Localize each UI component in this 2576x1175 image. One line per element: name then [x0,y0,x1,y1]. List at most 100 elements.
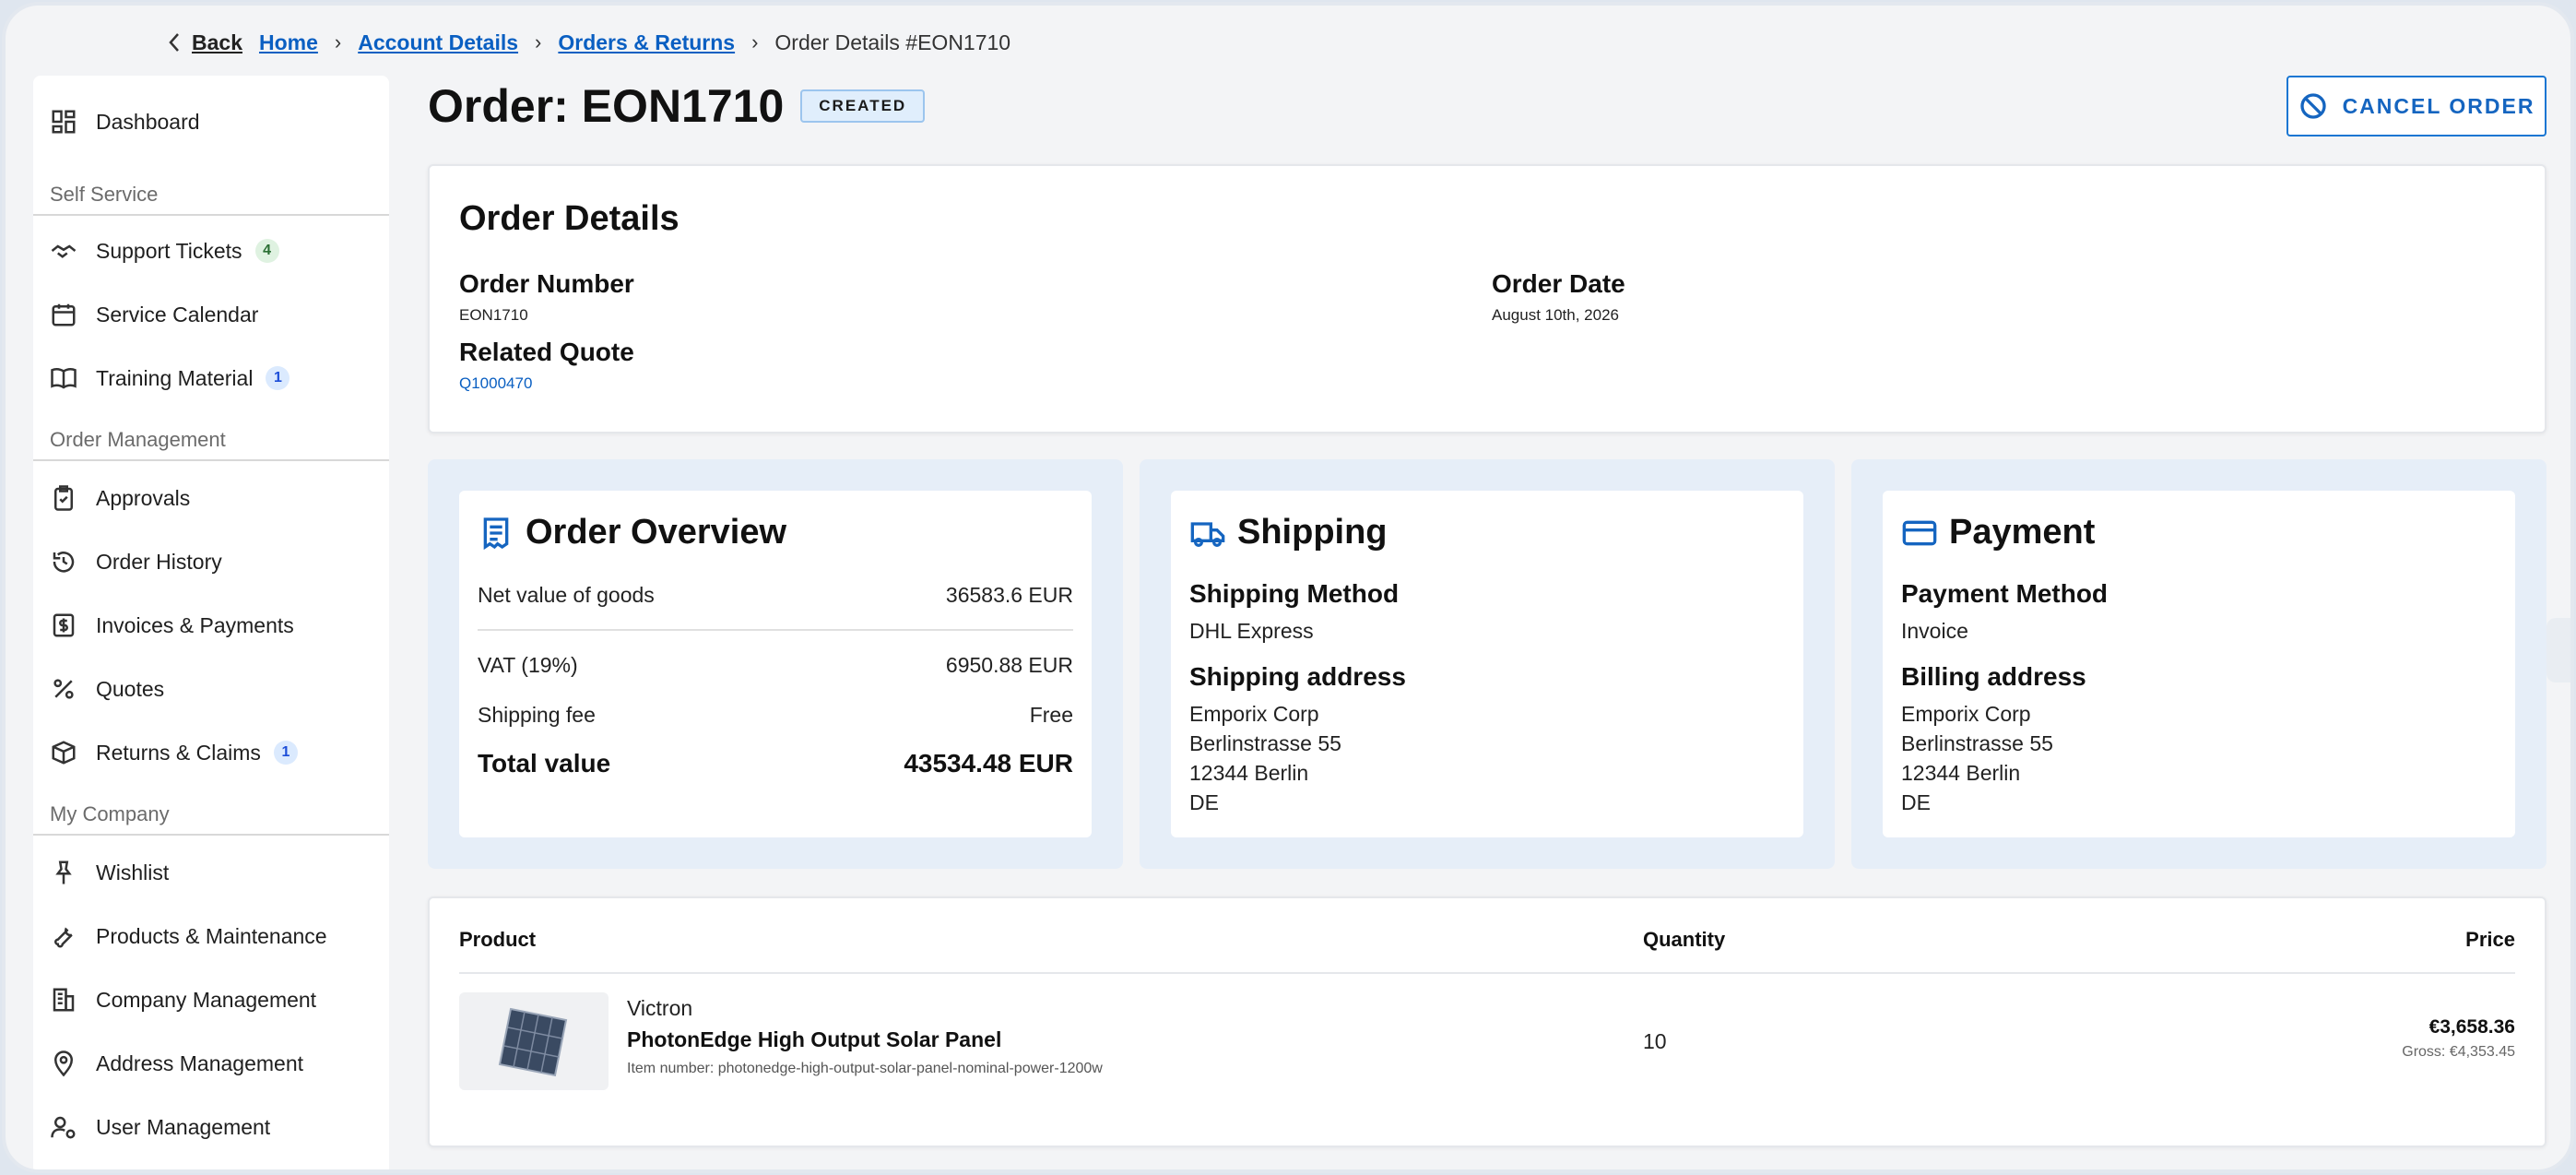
breadcrumb-home[interactable]: Home [259,30,318,55]
product-gross-price: Gross: €4,353.45 [2402,1044,2515,1060]
cancel-order-label: CANCEL ORDER [2342,93,2535,118]
sidebar-item-support-tickets[interactable]: Support Tickets 4 [33,223,389,279]
user-gear-icon [48,1111,79,1143]
sidebar-item-training-material[interactable]: Training Material 1 [33,350,389,406]
sidebar-item-label: Training Material [96,365,254,390]
shipping-card: Shipping Shipping Method DHL Express Shi… [1171,491,1803,837]
net-value-label: Net value of goods [478,583,655,607]
sidebar-item-service-calendar[interactable]: Service Calendar [33,287,389,342]
page-title-row: Order: EON1710 CREATED [428,76,926,136]
sidebar-item-label: Products & Maintenance [96,923,327,948]
shipping-method-label: Shipping Method [1189,579,1400,608]
page-title: Order: EON1710 [428,80,785,132]
net-value: 36583.6 EUR [945,583,1073,607]
sidebar-item-wishlist[interactable]: Wishlist [33,845,389,900]
percent-icon [48,673,79,705]
status-badge: CREATED [800,89,926,123]
calendar-icon [48,299,79,330]
sidebar-section-title: Self Service [33,175,389,216]
ban-icon [2299,93,2326,119]
column-header-product: Product [459,928,537,951]
receipt-icon [483,516,509,550]
shipping-fee-label: Shipping fee [478,703,596,727]
related-quote-link[interactable]: Q1000470 [459,374,532,393]
credit-card-icon [1902,520,1937,545]
sidebar-item-address-management[interactable]: Address Management [33,1036,389,1091]
breadcrumb-account-details[interactable]: Account Details [358,30,518,55]
payment-method-label: Payment Method [1901,579,2109,608]
product-name[interactable]: PhotonEdge High Output Solar Panel [627,1027,1001,1052]
sidebar-item-company-management[interactable]: Company Management [33,972,389,1027]
sidebar-item-label: Quotes [96,676,165,701]
divider [478,629,1073,631]
order-overview-panel: Order Overview Net value of goods 36583.… [428,459,1123,869]
order-date-value: August 10th, 2026 [1492,306,1620,324]
building-icon [48,984,79,1015]
pin-icon [48,857,79,888]
billing-address-label: Billing address [1901,662,2086,691]
count-badge: 4 [254,239,279,263]
location-icon [48,1048,79,1079]
product-thumbnail[interactable] [459,992,609,1090]
app-window: Back Home › Account Details › Orders & R… [2,2,2574,1173]
side-panel-handle[interactable] [2546,618,2570,682]
address-line: Emporix Corp [1189,702,1319,726]
shipping-address-label: Shipping address [1189,662,1406,691]
payment-method-value: Invoice [1901,619,1968,643]
back-link[interactable]: Back [168,30,242,55]
sidebar-item-label: Wishlist [96,860,170,884]
sidebar-item-label: Approvals [96,485,191,510]
sidebar-item-label: Order History [96,549,222,574]
count-badge: 1 [273,741,298,765]
chevron-right-icon: › [535,30,542,53]
sidebar-item-order-history[interactable]: Order History [33,534,389,589]
shipping-heading: Shipping [1237,513,1388,552]
product-brand: Victron [627,996,693,1020]
sidebar-item-approvals[interactable]: Approvals [33,470,389,526]
sidebar-section-title: Order Management [33,421,389,461]
breadcrumb-current: Order Details #EON1710 [774,30,1011,54]
vat-label: VAT (19%) [478,653,578,677]
address-line: Berlinstrasse 55 [1189,731,1341,755]
payment-card: Payment Payment Method Invoice Billing a… [1883,491,2515,837]
chevron-right-icon: › [334,30,342,53]
sidebar-item-label: Service Calendar [96,302,259,326]
order-overview-card: Order Overview Net value of goods 36583.… [459,491,1092,837]
product-item-number: Item number: photonedge-high-output-sola… [627,1061,1103,1076]
breadcrumb: Back Home › Account Details › Orders & R… [168,26,1010,59]
vat-value: 6950.88 EUR [945,653,1073,677]
sidebar-item-dashboard[interactable]: Dashboard [33,94,389,149]
breadcrumb-orders-returns[interactable]: Orders & Returns [558,30,735,55]
sidebar-item-user-management[interactable]: User Management [33,1099,389,1155]
sidebar: Dashboard Self Service Support Tickets 4… [33,76,389,1169]
address-line: DE [1189,790,1219,814]
payment-heading: Payment [1949,513,2096,552]
order-date-label: Order Date [1492,269,1625,298]
sidebar-item-invoices-payments[interactable]: Invoices & Payments [33,598,389,653]
payment-panel: Payment Payment Method Invoice Billing a… [1851,459,2546,869]
sidebar-item-returns-claims[interactable]: Returns & Claims 1 [33,725,389,780]
sidebar-item-quotes[interactable]: Quotes [33,661,389,717]
sidebar-item-products-maintenance[interactable]: Products & Maintenance [33,908,389,964]
dollar-doc-icon [48,610,79,641]
sidebar-item-label: Company Management [96,987,317,1012]
shipping-panel: Shipping Shipping Method DHL Express Shi… [1140,459,1835,869]
order-number-value: EON1710 [459,306,528,324]
address-line: Emporix Corp [1901,702,2031,726]
sidebar-section-title: My Company [33,795,389,836]
dashboard-icon [48,106,79,137]
order-overview-heading: Order Overview [526,513,787,552]
wrench-icon [48,920,79,952]
address-line: 12344 Berlin [1901,761,2021,785]
order-number-label: Order Number [459,269,634,298]
sidebar-item-label: User Management [96,1114,271,1139]
sidebar-item-label: Dashboard [96,109,200,134]
shipping-method-value: DHL Express [1189,619,1314,643]
address-line: DE [1901,790,1931,814]
chevron-right-icon: › [751,30,759,53]
cancel-order-button[interactable]: CANCEL ORDER [2286,76,2546,136]
total-label: Total value [478,749,611,777]
sidebar-item-label: Invoices & Payments [96,612,294,637]
package-icon [48,737,79,768]
address-line: 12344 Berlin [1189,761,1309,785]
